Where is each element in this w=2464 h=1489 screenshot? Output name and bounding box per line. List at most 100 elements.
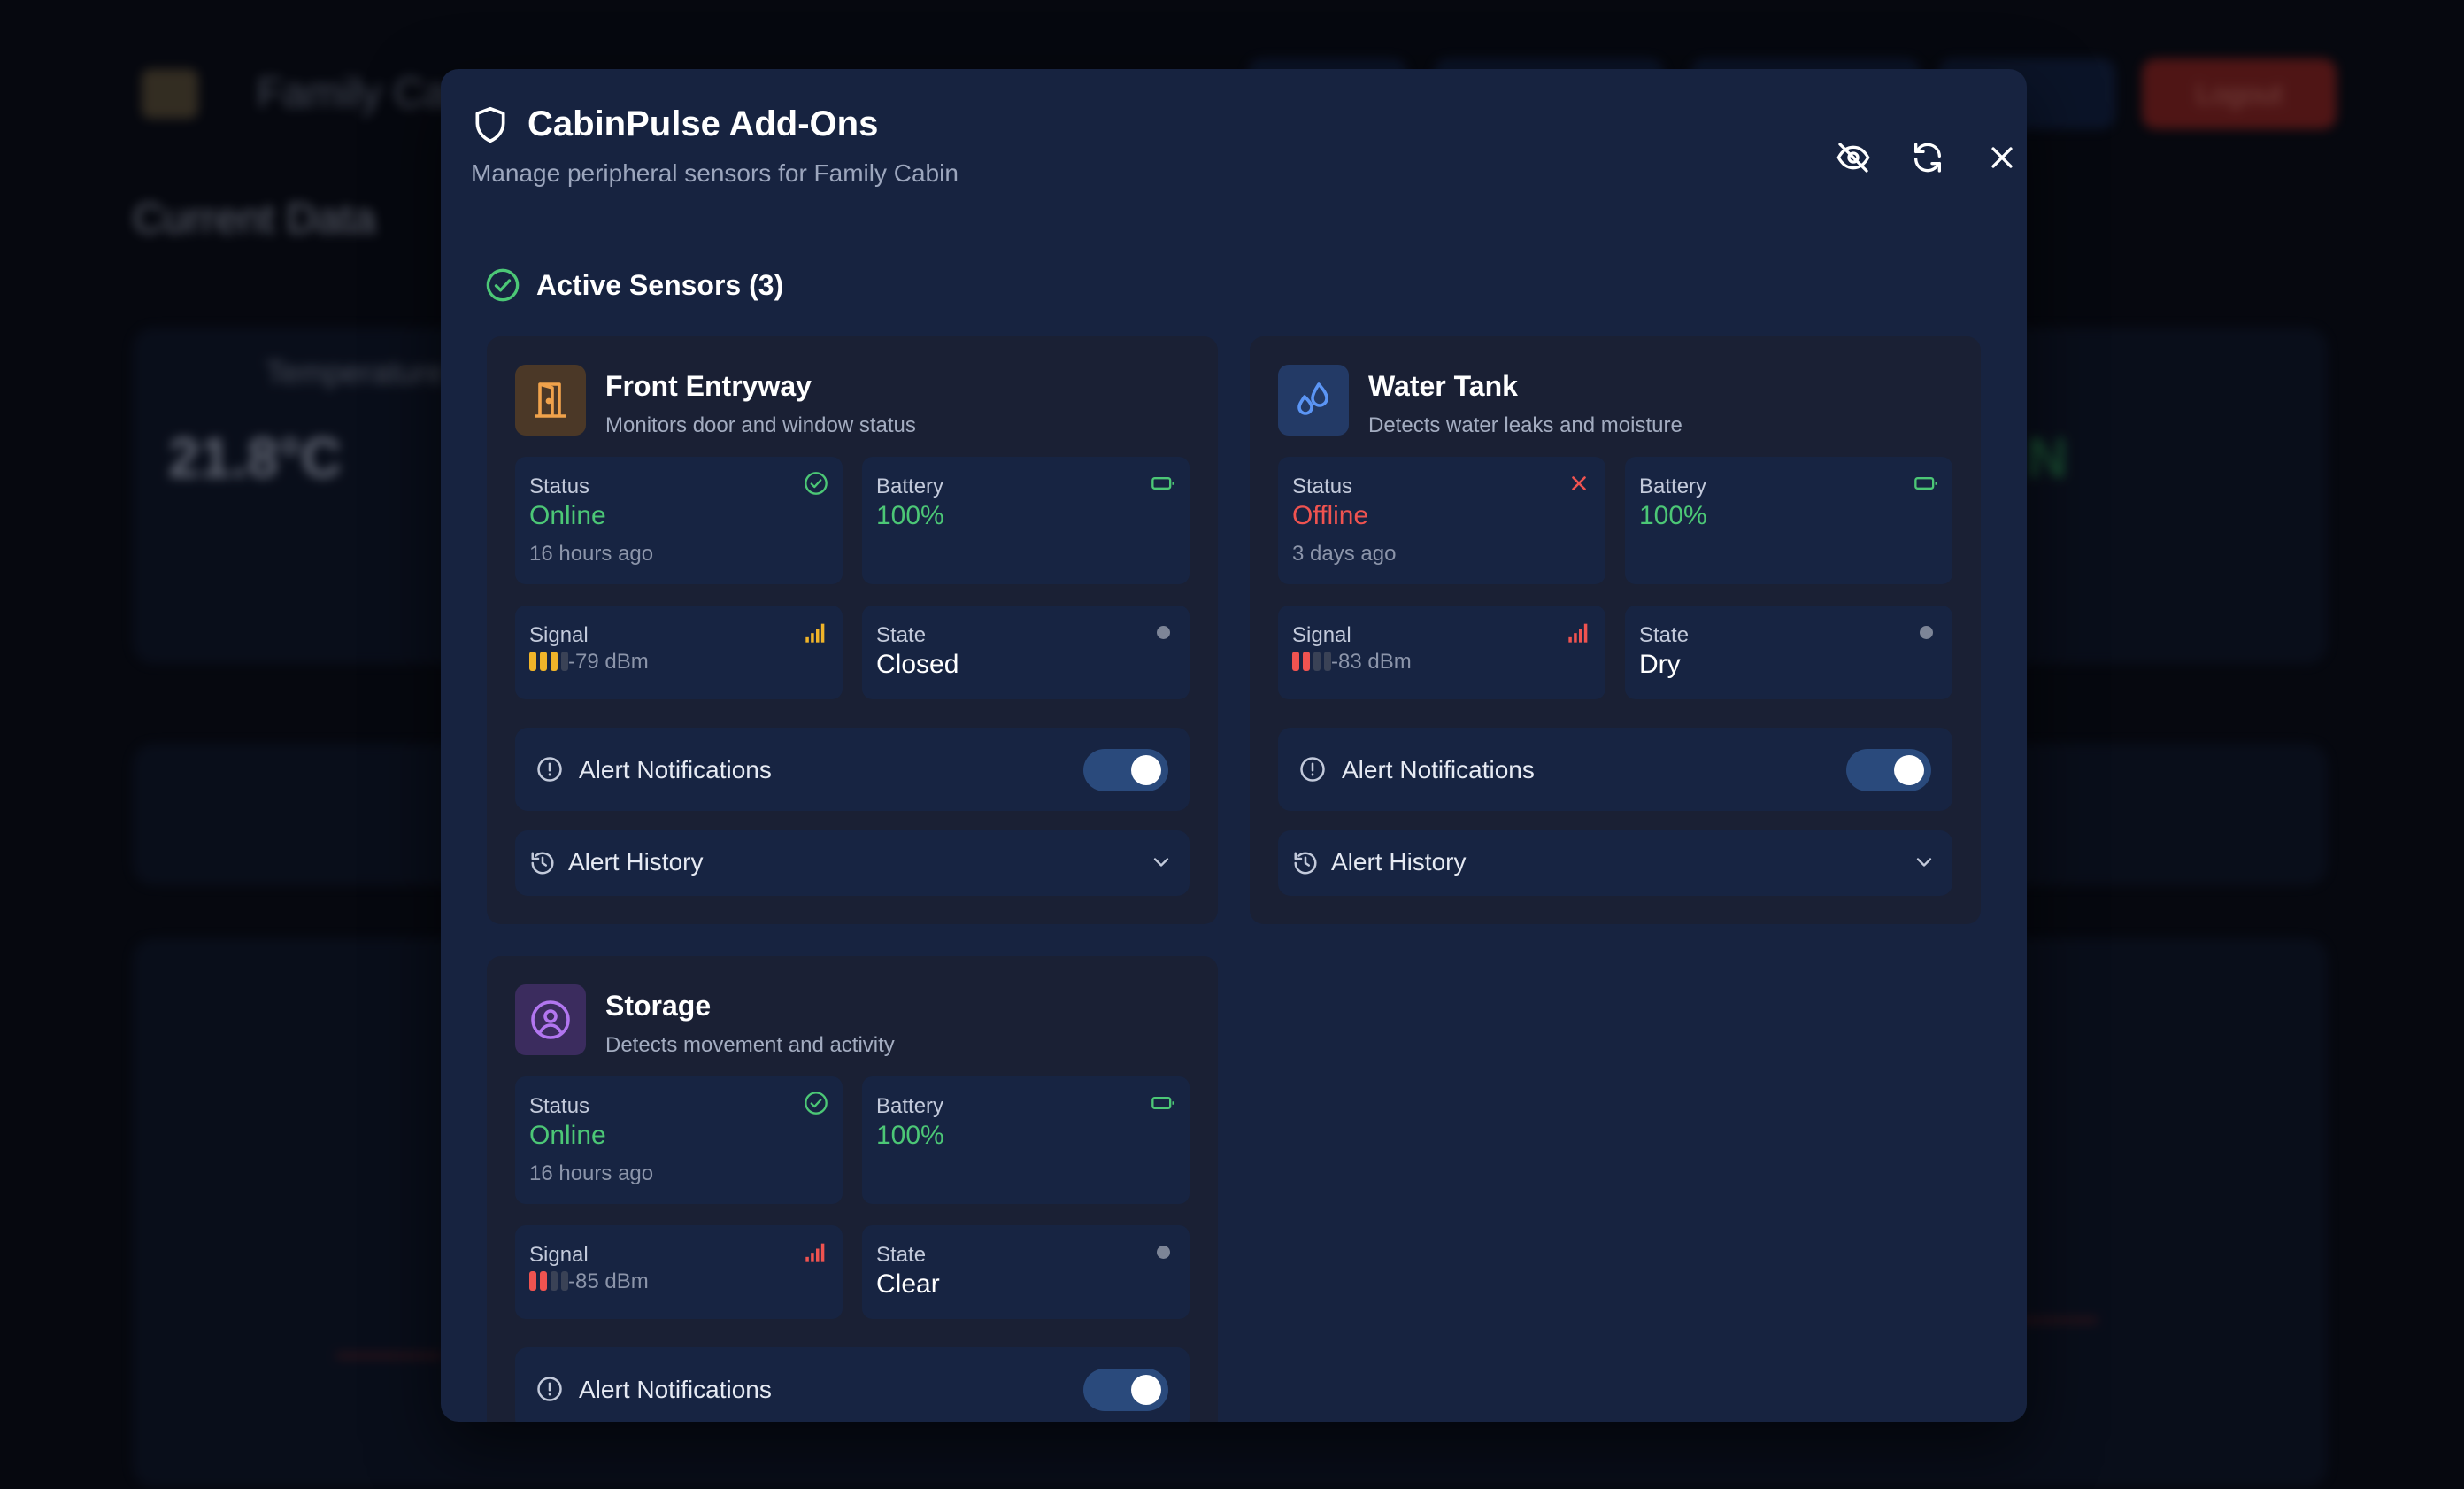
alert-notifications-row: Alert Notifications xyxy=(515,1347,1190,1422)
state-value: Closed xyxy=(876,650,959,679)
sensor-name: Storage xyxy=(605,990,712,1022)
signal-tile: Signal -79 dBm xyxy=(515,606,843,699)
status-time: 16 hours ago xyxy=(529,542,654,566)
alert-notifications-label: Alert Notifications xyxy=(1342,756,1535,783)
signal-bar xyxy=(529,1271,536,1291)
door-icon xyxy=(535,382,566,418)
check-circle-icon xyxy=(805,1092,828,1115)
active-sensors-heading: Active Sensors (3) xyxy=(485,267,783,303)
battery-value: 100% xyxy=(1639,501,1707,530)
signal-bar xyxy=(540,1271,547,1291)
eye-off-icon xyxy=(1836,143,1870,173)
bg-chart-line xyxy=(336,1354,443,1357)
signal-strength-icon xyxy=(805,1243,825,1262)
sensor-header: Water Tank Detects water leaks and moist… xyxy=(1278,365,1682,438)
status-value: Offline xyxy=(1292,501,1369,530)
state-value: Dry xyxy=(1639,650,1681,679)
chevron-down-icon xyxy=(1916,858,1932,867)
status-label: Status xyxy=(529,1094,590,1118)
state-dot-icon xyxy=(1156,625,1170,639)
signal-bar xyxy=(1292,652,1299,671)
state-label: State xyxy=(876,623,927,647)
refresh-icon xyxy=(1914,143,1941,173)
status-indicator xyxy=(804,471,828,496)
battery-label: Battery xyxy=(1639,474,1707,498)
bg-logout-button: Logout xyxy=(2142,58,2337,129)
sensor-header: Front Entryway Monitors door and window … xyxy=(515,365,916,438)
status-time: 3 days ago xyxy=(1292,542,1397,566)
status-indicator xyxy=(804,1091,828,1115)
alert-history-row[interactable]: Alert History xyxy=(515,830,1190,896)
sensor-icon-box xyxy=(1278,365,1349,436)
bg-temperature-value: 21.8°C xyxy=(168,426,343,490)
battery-tile: Battery 100% xyxy=(862,1076,1190,1204)
state-label: State xyxy=(876,1243,927,1267)
status-tile: Status Offline 3 days ago xyxy=(1278,457,1605,584)
alert-notifications-label: Alert Notifications xyxy=(579,756,772,783)
refresh-button[interactable] xyxy=(1894,124,1961,191)
close-icon xyxy=(1991,147,2013,168)
battery-icon xyxy=(1151,1097,1174,1109)
toggle-knob xyxy=(1131,1375,1161,1405)
status-value: Online xyxy=(529,1121,606,1150)
signal-label: Signal xyxy=(1292,623,1351,647)
sensor-description: Detects water leaks and moisture xyxy=(1368,413,1682,437)
signal-bar xyxy=(561,652,568,671)
signal-bars xyxy=(529,1271,568,1291)
motion-user-icon xyxy=(531,1000,570,1039)
state-dot-icon xyxy=(1156,1245,1170,1259)
signal-value: -85 dBm xyxy=(568,1269,649,1293)
battery-icon xyxy=(1914,477,1937,490)
state-tile: State Dry xyxy=(1625,606,1952,699)
state-indicator xyxy=(1151,1239,1175,1264)
alert-history-row[interactable]: Alert History xyxy=(1278,830,1952,896)
shield-icon xyxy=(475,106,505,143)
signal-bar xyxy=(1313,652,1321,671)
battery-indicator xyxy=(1913,471,1938,496)
battery-value: 100% xyxy=(876,1121,944,1150)
state-indicator xyxy=(1913,620,1938,644)
alert-history-label: Alert History xyxy=(1331,848,1467,876)
signal-bar xyxy=(551,1271,558,1291)
status-label: Status xyxy=(529,474,590,498)
sensor-description: Detects movement and activity xyxy=(605,1033,895,1057)
close-button[interactable] xyxy=(1968,124,2027,191)
alert-notifications-toggle[interactable] xyxy=(1846,749,1931,791)
check-circle-icon xyxy=(805,472,828,495)
section-title: Active Sensors (3) xyxy=(536,268,784,301)
alert-circle-icon xyxy=(537,1377,562,1401)
battery-indicator xyxy=(1151,471,1175,496)
alert-circle-icon xyxy=(537,757,562,782)
toggle-knob xyxy=(1131,755,1161,785)
water-drops-icon xyxy=(1297,382,1328,415)
signal-bar xyxy=(1303,652,1310,671)
bg-app-title: Family Ca xyxy=(257,70,449,117)
modal-header: CabinPulse Add-Ons xyxy=(471,104,878,144)
signal-bar xyxy=(540,652,547,671)
alert-notifications-toggle[interactable] xyxy=(1083,749,1168,791)
state-dot-icon xyxy=(1919,625,1933,639)
status-tile: Status Online 16 hours ago xyxy=(515,1076,843,1204)
history-icon xyxy=(531,852,554,875)
signal-strength-icon xyxy=(1568,623,1588,643)
signal-indicator xyxy=(804,620,828,644)
signal-bar xyxy=(561,1271,568,1291)
modal-title: CabinPulse Add-Ons xyxy=(527,104,879,143)
x-icon xyxy=(1572,476,1586,490)
signal-bar xyxy=(551,652,558,671)
state-value: Clear xyxy=(876,1269,940,1299)
sensor-header: Storage Detects movement and activity xyxy=(515,984,895,1058)
signal-label: Signal xyxy=(529,623,589,647)
state-indicator xyxy=(1151,620,1175,644)
sensor-name: Water Tank xyxy=(1368,370,1518,402)
battery-tile: Battery 100% xyxy=(1625,457,1952,584)
state-label: State xyxy=(1639,623,1690,647)
signal-label: Signal xyxy=(529,1243,589,1267)
alert-notifications-row: Alert Notifications xyxy=(515,728,1190,811)
battery-icon xyxy=(1151,477,1174,490)
battery-label: Battery xyxy=(876,474,944,498)
hide-inactive-button[interactable] xyxy=(1820,124,1887,191)
bg-temperature-label: Temperature xyxy=(266,354,445,390)
sensor-card-water-tank: Water Tank Detects water leaks and moist… xyxy=(1250,336,1981,924)
alert-notifications-toggle[interactable] xyxy=(1083,1369,1168,1411)
